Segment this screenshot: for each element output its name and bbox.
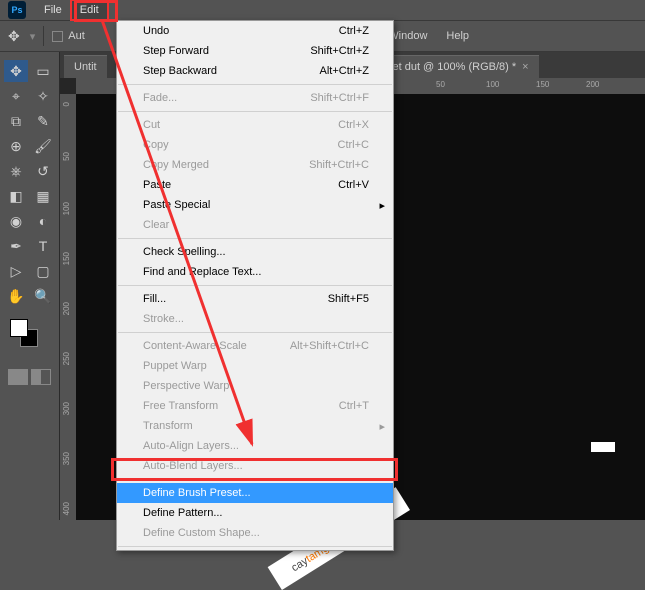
standard-mode-button[interactable] xyxy=(8,369,28,385)
menu-item-fill[interactable]: Fill...Shift+F5 xyxy=(117,289,393,309)
menu-item-check-spelling[interactable]: Check Spelling... xyxy=(117,242,393,262)
menu-item-define-brush-preset[interactable]: Define Brush Preset... xyxy=(117,483,393,503)
menu-file[interactable]: File xyxy=(36,1,70,19)
magic-wand-tool[interactable]: ✧ xyxy=(31,85,55,107)
move-tool-icon: ✥ xyxy=(8,28,20,45)
blur-tool[interactable]: ◉ xyxy=(4,210,28,232)
app-icon: Ps xyxy=(8,1,26,19)
crop-tool[interactable]: ⧉ xyxy=(4,110,28,132)
menu-item-paste-special[interactable]: Paste Special▸ xyxy=(117,195,393,215)
menu-item-copy: CopyCtrl+C xyxy=(117,135,393,155)
canvas-content xyxy=(591,442,615,452)
type-tool[interactable]: T xyxy=(31,235,55,257)
menu-item-define-custom-shape: Define Custom Shape... xyxy=(117,523,393,543)
menu-item-undo[interactable]: UndoCtrl+Z xyxy=(117,21,393,41)
auto-select-label: Aut xyxy=(68,30,85,42)
foreground-swatch[interactable] xyxy=(10,319,28,337)
menu-item-puppet-warp: Puppet Warp xyxy=(117,356,393,376)
healing-tool[interactable]: ⊕ xyxy=(4,135,28,157)
tab-untitled[interactable]: Untit xyxy=(64,55,107,78)
gradient-tool[interactable]: ▦ xyxy=(31,185,55,207)
close-tab-icon[interactable]: × xyxy=(522,61,528,73)
menu-item-define-pattern[interactable]: Define Pattern... xyxy=(117,503,393,523)
menu-item-content-aware-scale: Content-Aware ScaleAlt+Shift+Ctrl+C xyxy=(117,336,393,356)
history-brush-tool[interactable]: ↺ xyxy=(31,160,55,182)
eyedropper-tool[interactable]: ✎ xyxy=(31,110,55,132)
menu-bar: Ps File Edit xyxy=(0,0,645,20)
dodge-tool[interactable]: ◐ xyxy=(31,210,55,232)
menu-item-fade: Fade...Shift+Ctrl+F xyxy=(117,88,393,108)
shape-tool[interactable]: ▢ xyxy=(31,260,55,282)
brush-tool[interactable]: 🖌 xyxy=(31,135,55,157)
menu-help[interactable]: Help xyxy=(438,27,477,45)
pen-tool[interactable]: ✒ xyxy=(4,235,28,257)
menu-item-step-backward[interactable]: Step BackwardAlt+Ctrl+Z xyxy=(117,61,393,81)
hand-tool[interactable]: ✋ xyxy=(4,285,28,307)
menu-item-free-transform: Free TransformCtrl+T xyxy=(117,396,393,416)
menu-edit[interactable]: Edit xyxy=(70,0,109,21)
menu-item-step-forward[interactable]: Step ForwardShift+Ctrl+Z xyxy=(117,41,393,61)
menu-item-transform: Transform▸ xyxy=(117,416,393,436)
menu-item-clear: Clear xyxy=(117,215,393,235)
menu-item-copy-merged: Copy MergedShift+Ctrl+C xyxy=(117,155,393,175)
zoom-tool[interactable]: 🔍 xyxy=(31,285,55,307)
menu-item-auto-blend-layers: Auto-Blend Layers... xyxy=(117,456,393,476)
quickmask-mode-button[interactable] xyxy=(31,369,51,385)
lasso-tool[interactable]: ⌖ xyxy=(4,85,28,107)
move-tool[interactable]: ✥ xyxy=(4,60,28,82)
menu-item-find-and-replace-text[interactable]: Find and Replace Text... xyxy=(117,262,393,282)
marquee-tool[interactable]: ▭ xyxy=(31,60,55,82)
menu-item-stroke: Stroke... xyxy=(117,309,393,329)
menu-item-perspective-warp: Perspective Warp xyxy=(117,376,393,396)
ruler-vertical: 050100150200250300350400 xyxy=(60,94,76,520)
color-swatches[interactable] xyxy=(4,319,55,349)
edit-menu-dropdown: UndoCtrl+ZStep ForwardShift+Ctrl+ZStep B… xyxy=(116,20,394,551)
menu-item-auto-align-layers: Auto-Align Layers... xyxy=(117,436,393,456)
path-tool[interactable]: ▷ xyxy=(4,260,28,282)
menu-item-paste[interactable]: PasteCtrl+V xyxy=(117,175,393,195)
menu-item-cut: CutCtrl+X xyxy=(117,115,393,135)
tools-panel: ✥ ▭ ⌖ ✧ ⧉ ✎ ⊕ 🖌 ⎈ ↺ ◧ ▦ ◉ ◐ ✒ T ▷ ▢ ✋ 🔍 xyxy=(0,52,60,520)
eraser-tool[interactable]: ◧ xyxy=(4,185,28,207)
auto-select-checkbox[interactable] xyxy=(52,31,63,42)
stamp-tool[interactable]: ⎈ xyxy=(4,160,28,182)
